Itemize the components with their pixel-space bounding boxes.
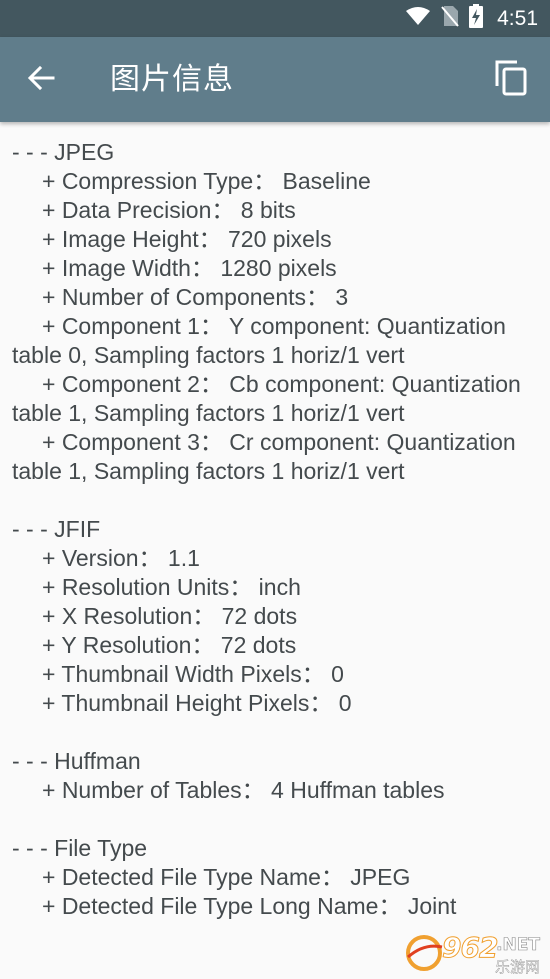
watermark-suffix: .NET bbox=[496, 935, 541, 956]
section-header: - - - Huffman bbox=[12, 748, 141, 774]
info-line: + Component 3： Cr component: Quantizatio… bbox=[12, 429, 523, 484]
info-line: + Thumbnail Width Pixels： 0 bbox=[42, 661, 344, 687]
info-line: + Component 2： Cb component: Quantizatio… bbox=[12, 371, 528, 426]
arrow-back-icon bbox=[27, 64, 55, 97]
section-huffman: - - - Huffman + Number of Tables： 4 Huff… bbox=[12, 747, 540, 805]
info-line: + Compression Type： Baseline bbox=[42, 168, 371, 194]
watermark-logo: 962 .NET 乐游网 bbox=[402, 929, 544, 977]
section-header: - - - JFIF bbox=[12, 516, 101, 542]
battery-charging-icon bbox=[469, 4, 484, 33]
watermark-globe-icon bbox=[406, 935, 443, 971]
section-header: - - - File Type bbox=[12, 835, 148, 861]
status-time: 4:51 bbox=[497, 6, 538, 30]
info-line: + X Resolution： 72 dots bbox=[42, 603, 298, 629]
image-info-content: - - - JPEG + Compression Type： Baseline … bbox=[12, 138, 540, 921]
info-line: + Detected File Type Long Name： Joint bbox=[42, 893, 457, 919]
section-jfif: - - - JFIF + Version： 1.1 + Resolution U… bbox=[12, 515, 540, 718]
page-title: 图片信息 bbox=[110, 62, 234, 97]
copy-button[interactable] bbox=[486, 55, 536, 105]
section-jpeg: - - - JPEG + Compression Type： Baseline … bbox=[12, 138, 540, 486]
info-line: + Component 1： Y component: Quantization… bbox=[12, 313, 513, 368]
section-header: - - - JPEG bbox=[12, 139, 115, 165]
section-file-type: - - - File Type + Detected File Type Nam… bbox=[12, 834, 540, 921]
copy-icon bbox=[495, 60, 527, 101]
info-line: + Thumbnail Height Pixels： 0 bbox=[42, 690, 352, 716]
watermark-number: 962 bbox=[441, 931, 498, 965]
info-line: + Data Precision： 8 bits bbox=[42, 197, 296, 223]
info-line: + Number of Tables： 4 Huffman tables bbox=[42, 777, 445, 803]
info-line: + Image Height： 720 pixels bbox=[42, 226, 332, 252]
watermark-chinese: 乐游网 bbox=[494, 958, 540, 976]
status-bar: 4:51 bbox=[0, 0, 550, 37]
no-sim-icon bbox=[441, 5, 459, 32]
info-line: + Image Width： 1280 pixels bbox=[42, 255, 337, 281]
info-line: + Resolution Units： inch bbox=[42, 574, 301, 600]
app-bar: 图片信息 bbox=[0, 37, 550, 122]
info-line: + Y Resolution： 72 dots bbox=[42, 632, 297, 658]
info-line: + Number of Components： 3 bbox=[42, 284, 349, 310]
back-button[interactable] bbox=[16, 55, 66, 105]
info-line: + Detected File Type Name： JPEG bbox=[42, 864, 411, 890]
info-line: + Version： 1.1 bbox=[42, 545, 200, 571]
wifi-icon bbox=[405, 6, 431, 31]
